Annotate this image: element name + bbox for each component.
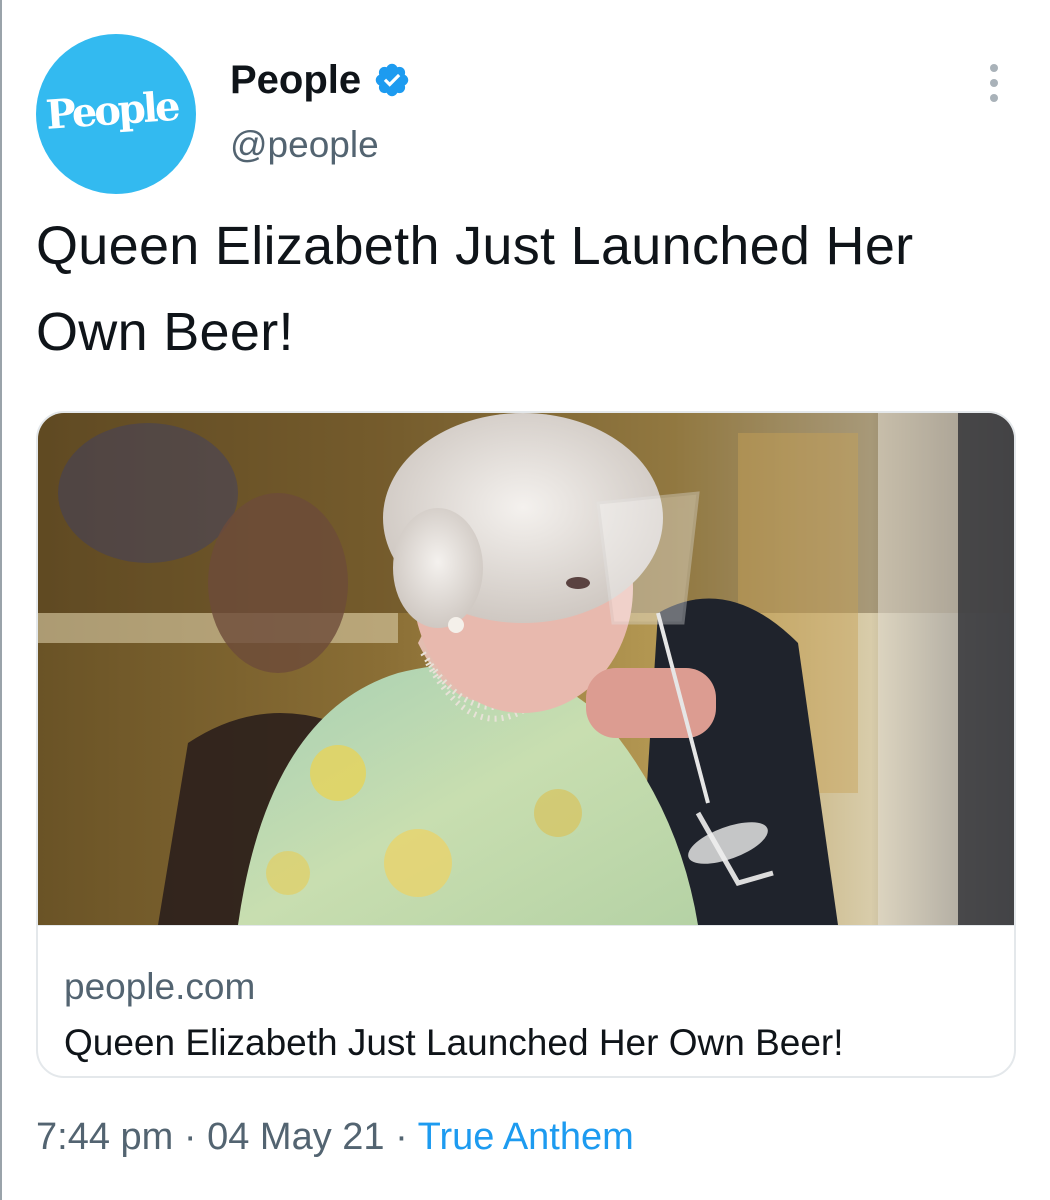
card-image[interactable] <box>38 413 1014 925</box>
card-photo-illustration <box>38 413 1014 925</box>
more-options-icon[interactable] <box>986 64 1002 102</box>
handle[interactable]: @people <box>230 126 379 163</box>
tweet-timestamp-row: 7:44 pm · 04 May 21 · True Anthem <box>36 1118 634 1156</box>
card-meta[interactable]: people.com Queen Elizabeth Just Launched… <box>38 925 1014 1076</box>
card-title: Queen Elizabeth Just Launched Her Own Be… <box>64 1022 844 1063</box>
card-domain: people.com <box>64 966 256 1007</box>
left-border <box>0 0 2 1200</box>
separator-dot: · <box>183 1116 197 1158</box>
avatar-logo: People <box>44 82 180 139</box>
tweet-source-link[interactable]: True Anthem <box>418 1116 634 1158</box>
link-card[interactable]: people.com Queen Elizabeth Just Launched… <box>36 411 1016 1078</box>
author-name-row[interactable]: People <box>230 60 411 100</box>
display-name[interactable]: People <box>230 60 361 100</box>
tweet-header: People People @people <box>36 34 1016 194</box>
tweet-date[interactable]: 04 May 21 <box>207 1116 384 1158</box>
avatar[interactable]: People <box>36 34 196 194</box>
verified-badge-icon <box>375 63 409 97</box>
tweet-text: Queen Elizabeth Just Launched Her Own Be… <box>36 216 914 362</box>
separator-dot: · <box>395 1116 408 1158</box>
tweet-time[interactable]: 7:44 pm <box>36 1116 173 1158</box>
